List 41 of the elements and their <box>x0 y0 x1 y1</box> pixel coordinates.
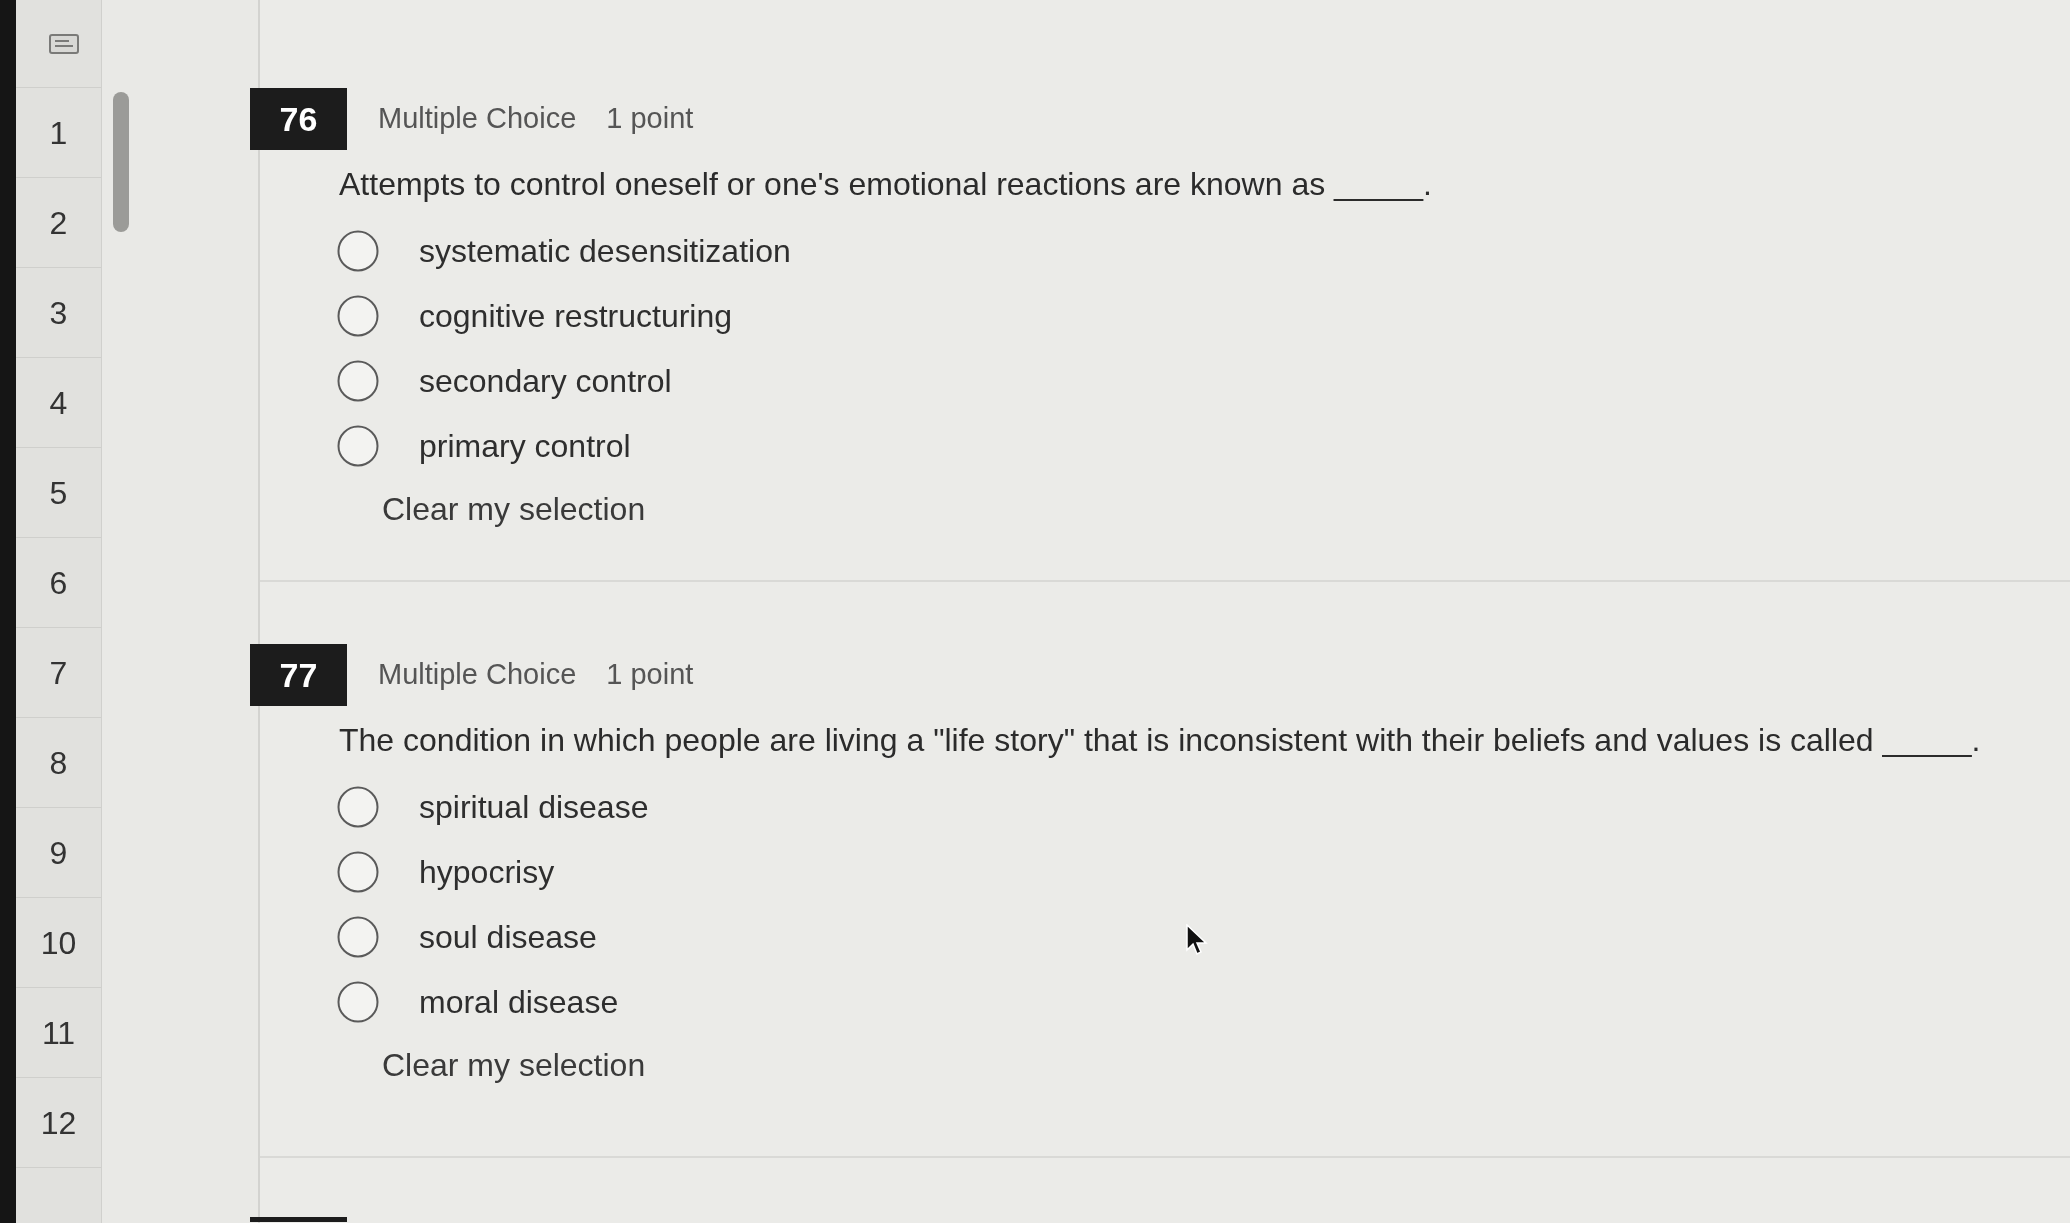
question-number-badge: 77 <box>250 644 347 706</box>
option-label[interactable]: systematic desensitization <box>419 226 791 275</box>
question-nav-item[interactable]: 11 <box>16 988 101 1078</box>
option-label[interactable]: moral disease <box>419 977 619 1026</box>
radio-button[interactable] <box>337 359 379 402</box>
radio-button[interactable] <box>337 915 379 958</box>
question-nav-item[interactable]: 2 <box>16 178 101 268</box>
list-icon[interactable] <box>48 33 79 54</box>
points-label: 1 point <box>606 101 694 137</box>
radio-button[interactable] <box>337 294 379 337</box>
points-label: 1 point <box>606 657 694 693</box>
scrollbar-thumb[interactable] <box>113 92 129 232</box>
radio-button[interactable] <box>337 229 379 272</box>
cursor-icon <box>1186 924 1208 956</box>
option-label[interactable]: spiritual disease <box>419 782 649 831</box>
question-nav-item[interactable]: 1 <box>16 88 101 178</box>
option-label[interactable]: primary control <box>419 421 631 470</box>
option-label[interactable]: soul disease <box>419 912 597 961</box>
question-nav-item[interactable]: 8 <box>16 718 101 808</box>
clear-selection-link[interactable]: Clear my selection <box>382 491 646 527</box>
question-number-badge: 76 <box>250 88 347 150</box>
question-text: The condition in which people are living a "life story" that is inconsistent with their beliefs and values is called _____. <box>339 722 1981 758</box>
question-nav-item[interactable]: 7 <box>16 628 101 718</box>
radio-button[interactable] <box>337 850 379 893</box>
question-nav-item[interactable]: 9 <box>16 808 101 898</box>
radio-button[interactable] <box>337 980 379 1023</box>
question-text: Attempts to control oneself or one's emotional reactions are known as _____. <box>339 166 1432 202</box>
clear-selection-link[interactable]: Clear my selection <box>382 1047 646 1083</box>
radio-button[interactable] <box>337 785 379 828</box>
question-type-label: Multiple Choice <box>378 101 577 137</box>
option-label[interactable]: secondary control <box>419 356 672 405</box>
option-label[interactable]: hypocrisy <box>419 847 555 896</box>
radio-button[interactable] <box>337 424 379 467</box>
question-nav-item[interactable]: 5 <box>16 448 101 538</box>
option-label[interactable]: cognitive restructuring <box>419 291 733 340</box>
question-nav-item[interactable]: 10 <box>16 898 101 988</box>
question-nav-item[interactable]: 4 <box>16 358 101 448</box>
question-nav-item[interactable]: 3 <box>16 268 101 358</box>
question-nav-item[interactable]: 12 <box>16 1078 101 1168</box>
question-nav-item[interactable]: 6 <box>16 538 101 628</box>
question-type-label: Multiple Choice <box>378 657 577 693</box>
